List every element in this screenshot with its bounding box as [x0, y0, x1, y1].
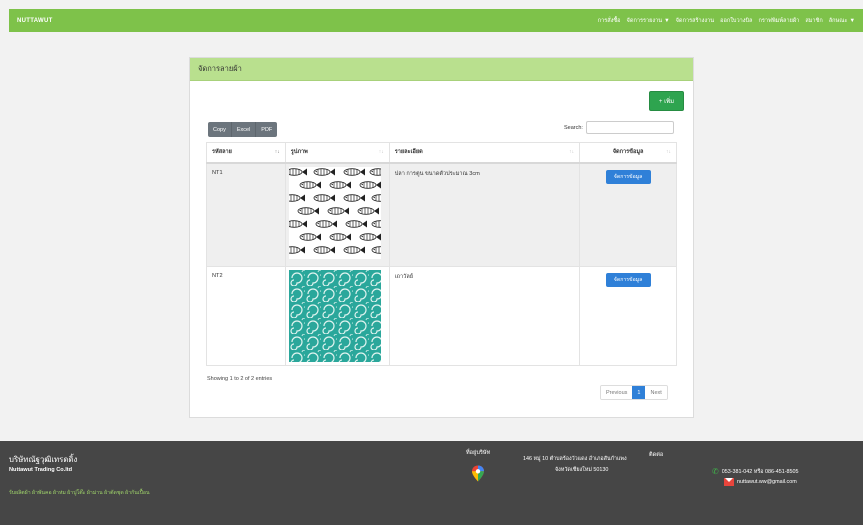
column-header-detail[interactable]: รายละเอียด ↑↓: [388, 142, 581, 164]
page-1-button[interactable]: 1: [632, 386, 646, 399]
sort-asc-icon: ↑↓: [274, 149, 280, 155]
fish-pattern-image: [288, 166, 381, 259]
column-header-code[interactable]: รหัสลาย ↑↓: [206, 142, 286, 164]
teal-swirl-pattern-image: [288, 270, 381, 362]
email-contact: nuttawut.ww@gmail.com: [724, 478, 797, 486]
company-name-th: บริษัทณัฐวุฒิเทรดดิ้ง: [9, 455, 78, 464]
search-input[interactable]: [585, 121, 674, 134]
patterns-table: รหัสลาย ↑↓ รูปภาพ ↑↓ รายละเอียด ↑↓ จัดการข้…: [206, 142, 677, 366]
table-header-row: รหัสลาย ↑↓ รูปภาพ ↑↓ รายละเอียด ↑↓ จัดการข้…: [206, 142, 677, 164]
email-address[interactable]: nuttawut.ww@gmail.com: [737, 479, 797, 485]
address-line-2: จังหวัดเชียงใหม่ 50130: [555, 467, 609, 473]
sort-icon: ↑↓: [569, 149, 575, 155]
nav-item-members[interactable]: สมาชิก: [805, 17, 822, 25]
cell-manage: จัดการข้อมูล: [579, 266, 677, 366]
table-info: Showing 1 to 2 of 2 entries: [207, 376, 273, 382]
address-line-1: 146 หมู่ 10 ตำบลร้องวัวแดง อำเภอสันกำแพง: [523, 456, 627, 462]
nav-item-patterns[interactable]: ลักษณะ ▼: [829, 17, 855, 25]
mail-icon: [724, 478, 734, 486]
search-label: Search:: [564, 124, 583, 131]
pdf-button[interactable]: PDF: [256, 122, 277, 137]
sort-icon: ↑↓: [666, 149, 671, 155]
company-tagline: รับผลิตผ้า ผ้าพันคอ ผ้าห่ม ผ้าปูโต๊ะ ผ้า…: [9, 490, 150, 496]
phone-number: 053-381-042 หรือ 086-451-8505: [721, 468, 799, 475]
search-box: Search:: [564, 121, 674, 134]
contact-label: ติดต่อ: [649, 452, 664, 458]
cell-detail: ปลา การตูน ขนาดตัวประมาณ 3cm: [388, 162, 581, 267]
brand-logo[interactable]: NUTTAWUT: [17, 18, 53, 24]
footer: บริษัทณัฐวุฒิเทรดดิ้ง Nuttawut Trading C…: [0, 441, 863, 525]
manage-button[interactable]: จัดการข้อมูล: [605, 169, 651, 184]
nav-item-jobs[interactable]: จัดการสร้างงาน: [676, 17, 714, 25]
pattern-management-card: จัดการลายผ้า + เพิ่ม Copy Excel PDF Sear…: [189, 57, 694, 418]
nav-item-billing[interactable]: ออกใบวางบิล: [720, 17, 752, 25]
cell-manage: จัดการข้อมูล: [579, 162, 677, 267]
excel-button[interactable]: Excel: [232, 122, 257, 137]
nav-item-reports[interactable]: จัดการรายงาน ▼: [627, 17, 670, 25]
card-header: จัดการลายผ้า: [190, 58, 693, 81]
company-name-en: Nuttawut Trading Co.ltd: [9, 467, 73, 473]
pagination: Previous 1 Next: [600, 385, 668, 400]
chevron-down-icon: ▼: [849, 17, 855, 24]
previous-page-button[interactable]: Previous: [601, 386, 633, 399]
location-label: ที่อยู่บริษัท: [466, 450, 491, 456]
column-header-manage[interactable]: จัดการข้อมูล ↑↓: [579, 142, 677, 164]
table-row: NT1 ปลา การตูน ขนาดตัวประมาณ 3cm จัดการข…: [206, 162, 677, 267]
next-page-button[interactable]: Next: [645, 386, 667, 399]
export-button-group: Copy Excel PDF: [208, 122, 278, 137]
cell-image: [284, 162, 390, 267]
phone-icon: ✆: [712, 467, 719, 476]
nav-menu: การสั่งซื้อ จัดการรายงาน ▼ จัดการสร้างงาน…: [598, 17, 855, 25]
copy-button[interactable]: Copy: [208, 122, 232, 137]
cell-code: NT1: [206, 162, 286, 267]
manage-button[interactable]: จัดการข้อมูล: [605, 273, 651, 287]
top-navbar: NUTTAWUT การสั่งซื้อ จัดการรายงาน ▼ จัดกา…: [9, 9, 863, 32]
chevron-down-icon: ▼: [664, 17, 670, 24]
nav-item-print-graph[interactable]: กราฟพิมพ์ลายผ้า: [758, 17, 799, 25]
add-button[interactable]: + เพิ่ม: [649, 91, 684, 111]
sort-icon: ↑↓: [378, 149, 384, 155]
table-row: NT2 เถาวัลย์ จัดการข้อมูล: [206, 266, 677, 366]
cell-detail: เถาวัลย์: [388, 266, 581, 366]
column-header-image[interactable]: รูปภาพ ↑↓: [284, 142, 390, 164]
cell-code: NT2: [206, 266, 286, 366]
page-title: จัดการลายผ้า: [198, 64, 242, 73]
nav-item-orders[interactable]: การสั่งซื้อ: [598, 17, 621, 25]
cell-image: [284, 266, 390, 366]
map-pin-icon[interactable]: [471, 465, 485, 482]
phone-contact: ✆ 053-381-042 หรือ 086-451-8505: [712, 467, 799, 476]
